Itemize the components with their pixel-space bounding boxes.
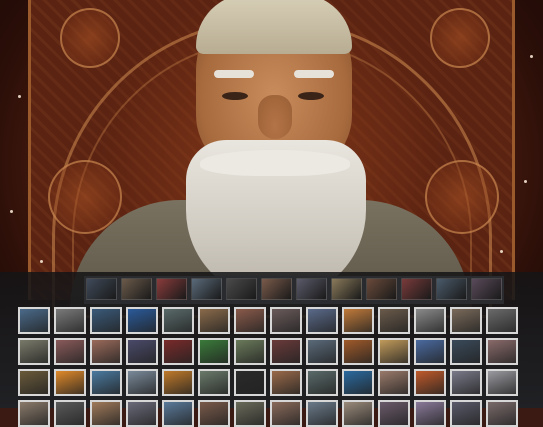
grid-thumbnail[interactable] xyxy=(414,338,446,365)
sage-cap xyxy=(196,0,352,54)
right-eyebrow xyxy=(294,70,334,78)
strip-thumbnail[interactable] xyxy=(366,278,397,300)
grid-thumbnail[interactable] xyxy=(306,338,338,365)
grid-thumbnail[interactable] xyxy=(450,369,482,396)
strip-thumbnail[interactable] xyxy=(471,278,502,300)
grid-thumbnail[interactable] xyxy=(270,400,302,427)
grid-thumbnail[interactable] xyxy=(54,338,86,365)
grid-thumbnail[interactable] xyxy=(306,369,338,396)
grid-thumbnail[interactable] xyxy=(90,307,122,334)
grid-thumbnail[interactable] xyxy=(90,338,122,365)
grid-thumbnail[interactable] xyxy=(342,307,374,334)
strip-thumbnail[interactable] xyxy=(121,278,152,300)
grid-thumbnail[interactable] xyxy=(234,369,266,396)
grid-thumbnail[interactable] xyxy=(486,400,518,427)
grid-thumbnail[interactable] xyxy=(18,307,50,334)
grid-thumbnail[interactable] xyxy=(486,369,518,396)
grid-thumbnail[interactable] xyxy=(450,338,482,365)
grid-thumbnail[interactable] xyxy=(54,307,86,334)
grid-thumbnail[interactable] xyxy=(126,307,158,334)
grid-thumbnail[interactable] xyxy=(414,400,446,427)
strip-thumbnail[interactable] xyxy=(156,278,187,300)
nose xyxy=(258,95,292,139)
top-right-medallion xyxy=(430,8,490,68)
grid-thumbnail[interactable] xyxy=(342,338,374,365)
grid-thumbnail[interactable] xyxy=(486,307,518,334)
sparkle xyxy=(500,250,503,253)
grid-thumbnail[interactable] xyxy=(378,369,410,396)
grid-thumbnail[interactable] xyxy=(54,400,86,427)
grid-thumbnail[interactable] xyxy=(414,307,446,334)
strip-thumbnail[interactable] xyxy=(86,278,117,300)
grid-thumbnail[interactable] xyxy=(414,369,446,396)
grid-thumbnail[interactable] xyxy=(18,369,50,396)
strip-thumbnail[interactable] xyxy=(296,278,327,300)
sparkle xyxy=(18,95,21,98)
grid-thumbnail[interactable] xyxy=(162,307,194,334)
grid-thumbnail[interactable] xyxy=(450,307,482,334)
thumbnail-strip xyxy=(84,276,504,304)
left-eye xyxy=(222,92,248,100)
strip-thumbnail[interactable] xyxy=(261,278,292,300)
top-left-medallion xyxy=(60,8,120,68)
grid-thumbnail[interactable] xyxy=(306,307,338,334)
grid-thumbnail[interactable] xyxy=(198,307,230,334)
right-eye xyxy=(298,92,324,100)
grid-thumbnail[interactable] xyxy=(342,400,374,427)
thumbnail-grid xyxy=(18,307,532,427)
left-eyebrow xyxy=(214,70,254,78)
grid-thumbnail[interactable] xyxy=(270,307,302,334)
grid-thumbnail[interactable] xyxy=(378,307,410,334)
grid-thumbnail[interactable] xyxy=(378,400,410,427)
grid-thumbnail[interactable] xyxy=(90,369,122,396)
grid-thumbnail[interactable] xyxy=(450,400,482,427)
grid-thumbnail[interactable] xyxy=(54,369,86,396)
grid-thumbnail[interactable] xyxy=(270,369,302,396)
grid-thumbnail[interactable] xyxy=(126,369,158,396)
strip-thumbnail[interactable] xyxy=(226,278,257,300)
grid-thumbnail[interactable] xyxy=(234,307,266,334)
grid-thumbnail[interactable] xyxy=(270,338,302,365)
right-medallion xyxy=(425,160,499,234)
grid-thumbnail[interactable] xyxy=(126,338,158,365)
grid-thumbnail[interactable] xyxy=(234,400,266,427)
grid-thumbnail[interactable] xyxy=(198,400,230,427)
grid-thumbnail[interactable] xyxy=(486,338,518,365)
grid-thumbnail[interactable] xyxy=(126,400,158,427)
grid-thumbnail[interactable] xyxy=(198,338,230,365)
grid-thumbnail[interactable] xyxy=(18,338,50,365)
grid-thumbnail[interactable] xyxy=(162,369,194,396)
grid-thumbnail[interactable] xyxy=(18,400,50,427)
grid-thumbnail[interactable] xyxy=(162,400,194,427)
grid-thumbnail[interactable] xyxy=(198,369,230,396)
sparkle xyxy=(40,260,43,263)
grid-thumbnail[interactable] xyxy=(306,400,338,427)
strip-thumbnail[interactable] xyxy=(436,278,467,300)
sage-moustache xyxy=(200,150,350,176)
grid-thumbnail[interactable] xyxy=(342,369,374,396)
sparkle xyxy=(524,180,527,183)
grid-thumbnail[interactable] xyxy=(378,338,410,365)
grid-thumbnail[interactable] xyxy=(162,338,194,365)
sparkle xyxy=(530,55,533,58)
grid-thumbnail[interactable] xyxy=(234,338,266,365)
sparkle xyxy=(10,210,13,213)
grid-thumbnail[interactable] xyxy=(90,400,122,427)
strip-thumbnail[interactable] xyxy=(401,278,432,300)
strip-thumbnail[interactable] xyxy=(331,278,362,300)
strip-thumbnail[interactable] xyxy=(191,278,222,300)
